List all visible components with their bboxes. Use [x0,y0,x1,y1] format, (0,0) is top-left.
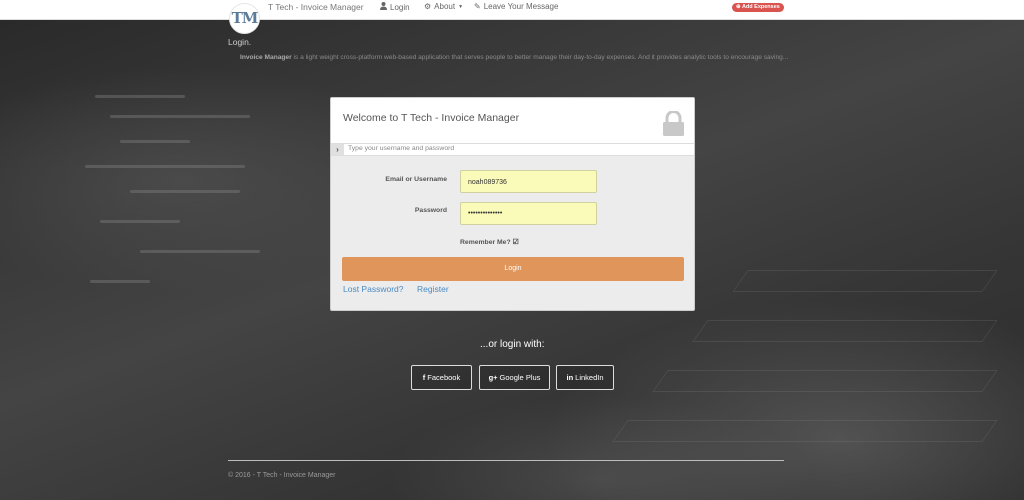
pencil-icon: ✎ [474,2,481,11]
nav-leave-message-label: Leave Your Message [483,2,559,11]
nav-about-dropdown[interactable]: ⚙ About ▼ [424,2,463,11]
footer-divider [228,460,784,461]
caret-down-icon: ▼ [458,3,464,10]
login-panel-title: Welcome to T Tech - Invoice Manager [343,112,520,124]
gear-icon: ⚙ [424,2,432,11]
login-panel-header: Welcome to T Tech - Invoice Manager [331,98,694,144]
app-logo[interactable]: TM [229,3,260,34]
add-expenses-label: Add Expenses [741,4,780,10]
login-button[interactable]: Login [342,257,684,281]
lost-password-link[interactable]: Lost Password? [343,284,403,294]
chevron-right-icon: › [331,144,344,155]
username-input[interactable]: noah089736 [460,170,597,193]
login-hint-bar: › Type your username and password [331,144,694,156]
intro-text: Invoice Manager is a light weight cross-… [240,54,788,61]
page-title: Login. [228,37,252,47]
nav-login-label: Login [390,2,410,12]
nav-about-label: About [434,2,456,11]
social-login-heading: ...or login with: [480,339,545,350]
login-panel: Welcome to T Tech - Invoice Manager › Ty… [330,97,695,311]
linkedin-login-button[interactable]: in LinkedIn [556,365,614,390]
footer-text: © 2016 - T Tech - Invoice Manager [228,472,336,479]
username-label: Email or Username [385,176,447,183]
plus-circle-icon: ⊕ [736,4,741,10]
linkedin-icon: in [566,373,574,382]
intro-bold: Invoice Manager [240,54,292,61]
google-plus-icon: g+ [488,373,498,382]
register-link[interactable]: Register [417,284,449,294]
remember-me-checkbox[interactable]: Remember Me? ☑ [460,238,519,246]
user-icon [380,2,387,12]
linkedin-label: LinkedIn [575,373,604,382]
password-label: Password [414,207,447,214]
lock-icon [663,111,684,136]
google-plus-login-button[interactable]: g+ Google Plus [479,365,550,390]
facebook-login-button[interactable]: f Facebook [411,365,472,390]
intro-rest: is a light weight cross-platform web-bas… [291,54,789,61]
login-hint-text: Type your username and password [348,145,455,152]
nav-brand[interactable]: T Tech - Invoice Manager [268,2,364,12]
password-input[interactable]: •••••••••••••• [460,202,597,225]
nav-leave-message-link[interactable]: ✎ Leave Your Message [474,2,558,11]
add-expenses-button[interactable]: ⊕ Add Expenses [732,3,784,12]
nav-login-link[interactable]: Login [380,2,410,12]
check-icon: ☑ [512,239,519,246]
remember-me-label: Remember Me? [460,239,511,246]
top-navbar: T Tech - Invoice Manager Login ⚙ About ▼… [0,0,1024,20]
facebook-label: Facebook [427,373,461,382]
google-plus-label: Google Plus [499,373,541,382]
facebook-icon: f [422,373,426,382]
